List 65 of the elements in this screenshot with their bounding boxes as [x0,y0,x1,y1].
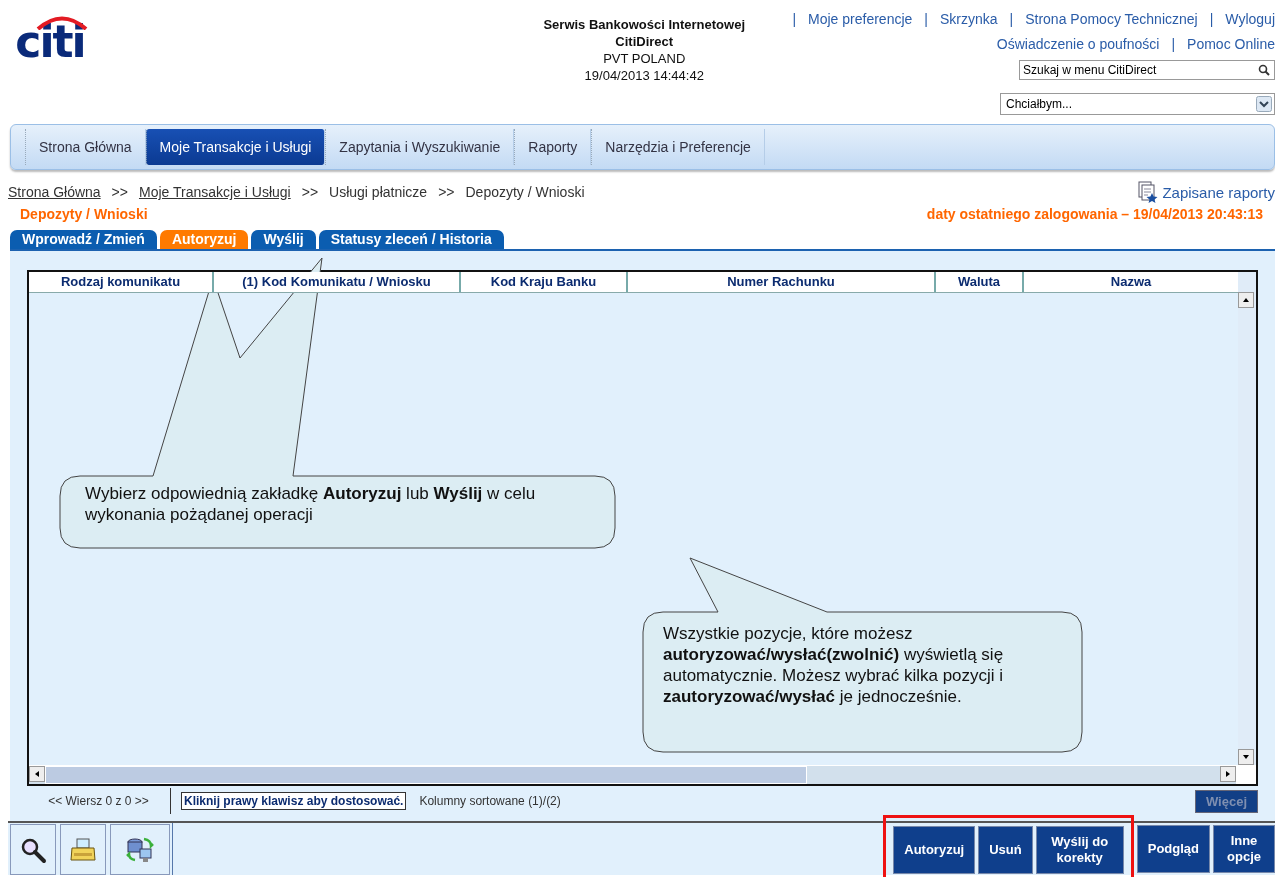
column-header[interactable]: Waluta [936,272,1024,292]
header-text: Serwis Bankowości Internetowej [543,16,745,33]
header-link[interactable]: Pomoc Online [1187,35,1275,53]
triangle-up-icon [1242,296,1250,304]
breadcrumb-link[interactable]: Strona Główna [8,184,101,200]
column-header[interactable]: Nazwa [1024,272,1238,292]
header-link[interactable]: Moje preferencje [808,10,913,28]
nav-tab[interactable]: Zapytania i Wyszukiwanie [325,129,515,165]
scroll-right-button[interactable] [1220,766,1236,782]
page-title: Depozyty / Wnioski [20,206,148,222]
sort-info-text: Kolumny sortowane (1)/(2) [419,794,561,808]
action-button[interactable]: Inne opcje [1213,825,1275,873]
horizontal-scrollbar[interactable] [29,766,1236,784]
search-field[interactable]: Szukaj w menu CitiDirect [1019,60,1275,80]
triangle-down-icon [1242,753,1250,761]
dropdown[interactable]: Chciałbym... [1000,93,1275,115]
breadcrumb-text: Depozyty / Wnioski [465,184,585,200]
customize-hint: Kliknij prawy klawisz aby dostosować. [181,792,407,810]
row-counter[interactable]: << Wiersz 0 z 0 >> [27,788,171,814]
nav-tab[interactable]: Strona Główna [25,129,146,165]
tab[interactable]: Wprowadź / Zmień [10,230,157,249]
report-star-icon [1138,181,1159,203]
header-text: 19/04/2013 14:44:42 [583,67,705,84]
last-login-text: daty ostatniego zalogowania – 19/04/2013 20:43:13 [926,206,1263,222]
breadcrumb-link[interactable]: Moje Transakcje i Usługi [138,184,291,200]
action-button[interactable]: Wyślij do korekty [1035,826,1124,874]
header-link[interactable]: Strona Pomocy Technicznej [1025,10,1198,28]
link-divider: | [923,10,929,28]
column-header[interactable]: Kod Kraju Banku [461,272,628,292]
triangle-left-icon [33,770,41,778]
header-text: CitiDirect [614,33,675,50]
tab[interactable]: Wyślij [251,230,316,249]
search-icon [1258,64,1270,76]
link-divider: | [791,10,798,28]
column-header[interactable]: Numer Rachunku [628,272,936,292]
link-divider: | [1170,35,1177,53]
nav-tab[interactable]: Raporty [514,129,592,165]
caret-icon [1256,96,1272,112]
tab[interactable]: Statusy zleceń / Historia [318,230,504,249]
link-divider: | [1208,10,1215,28]
link-divider: | [1008,10,1015,28]
printer-icon[interactable] [69,835,97,864]
header-text: PVT POLAND [602,50,687,67]
citi-logo: citi [8,12,92,60]
nav-tab[interactable]: Narzędzia i Preferencje [591,129,765,165]
saved-reports-link[interactable]: Zapisane raporty [1162,183,1275,201]
header-link[interactable]: Wyloguj [1225,10,1275,28]
header-link[interactable]: Oświadczenie o poufności [996,35,1160,53]
breadcrumb-separator: >> [301,184,319,200]
callout-text: Wybierz odpowiednią zakładkę Autoryzuj lub Wyślij w celu wykonania pożądanej operacji [85,483,537,525]
breadcrumb-separator: >> [438,184,455,200]
network-transfer-icon[interactable] [126,835,154,864]
scroll-left-button[interactable] [29,766,45,782]
scroll-down-button[interactable] [1238,749,1254,765]
scroll-up-button[interactable] [1238,292,1254,308]
vertical-scrollbar[interactable] [1238,272,1256,765]
header-link[interactable]: Skrzynka [939,10,998,28]
triangle-right-icon [1224,770,1232,778]
nav-tab[interactable]: Moje Transakcje i Usługi [145,129,326,165]
action-button[interactable]: Podgląd [1136,825,1210,873]
callout-text: Wszystkie pozycje, które możesz autoryzować/wysłać(zwolnić) wyświetlą się automatycznie. Możesz wybrać kilka pozycji i zautoryzować/wysłać je jednocześnie. [663,623,1005,707]
breadcrumb-text: Usługi płatnicze [329,184,428,200]
breadcrumb-separator: >> [111,184,128,200]
action-button[interactable]: Usuń [978,826,1033,874]
action-button[interactable]: Autoryzuj [893,826,976,874]
